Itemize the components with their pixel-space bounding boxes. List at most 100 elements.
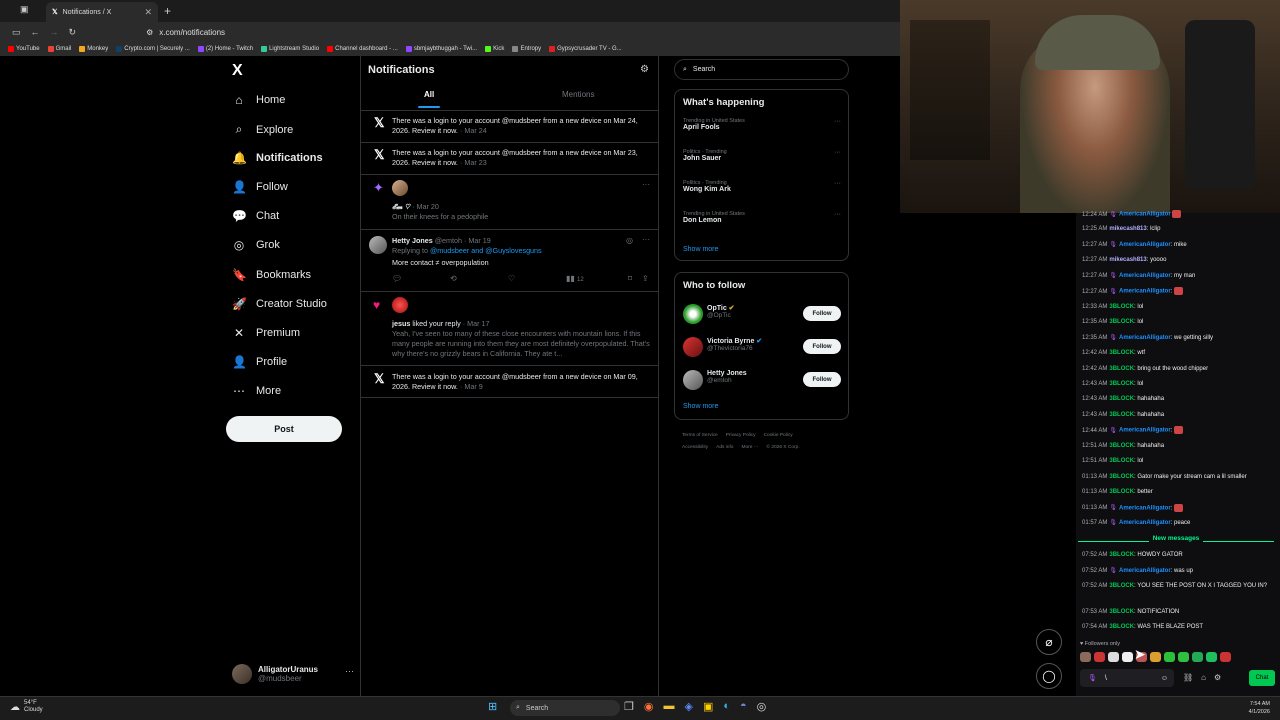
bookmark-item[interactable]: Crypto.com | Securely ... — [116, 46, 190, 52]
new-tab-button[interactable]: + — [164, 4, 171, 18]
post-button[interactable]: Post — [226, 416, 342, 442]
trend-item[interactable]: Politics · Trending John Sauer ··· — [683, 149, 841, 162]
task-view-icon[interactable]: ❐ — [624, 700, 634, 713]
grok-icon[interactable]: ◎ — [626, 236, 633, 245]
more-icon[interactable]: ··· — [834, 118, 841, 125]
notification-user[interactable]: jesus — [392, 319, 410, 328]
taskbar-search[interactable]: ⌕ Search — [510, 700, 620, 716]
chat-username[interactable]: AmericanAlligator — [1119, 568, 1171, 574]
follow-button[interactable]: Follow — [803, 372, 841, 387]
chat-username[interactable]: mikecash813 — [1109, 257, 1146, 263]
chat-username[interactable]: AmericanAlligator — [1119, 212, 1171, 218]
notification-user[interactable]: Hetty Jones — [392, 236, 433, 245]
chat-username[interactable]: 3BLOCK — [1109, 319, 1134, 325]
chat-username[interactable]: 3BLOCK — [1109, 552, 1134, 558]
chat-username[interactable]: 3BLOCK — [1109, 474, 1134, 480]
bookmark-item[interactable]: Monkey — [79, 46, 108, 52]
notification-item[interactable]: ♥ jesus liked your reply · Mar 17 Yeah, … — [360, 292, 659, 366]
chat-username[interactable]: 3BLOCK — [1109, 489, 1134, 495]
x-logo[interactable]: X — [232, 62, 243, 80]
footer-link[interactable]: © 2026 X Corp. — [767, 445, 800, 450]
footer-link[interactable]: Terms of Service — [682, 433, 718, 438]
browser-tab[interactable]: 𝕏 Notifications / X ✕ — [46, 2, 158, 22]
bookmark-item[interactable]: Channel dashboard - ... — [327, 46, 398, 52]
more-icon[interactable]: ··· — [834, 180, 841, 187]
notification-user[interactable]: 𝓔𝓶 ♡ — [392, 202, 410, 211]
chat-username[interactable]: 3BLOCK — [1109, 396, 1134, 402]
bookmark-item[interactable]: Gypsycrusader TV - G... — [549, 46, 622, 52]
repost-icon[interactable]: ⟲ — [450, 274, 508, 283]
notification-item[interactable]: 𝕏 There was a login to your account @mud… — [360, 143, 659, 175]
obs-icon[interactable]: ◎ — [757, 700, 767, 713]
more-icon[interactable]: ··· — [834, 149, 841, 156]
edge-icon[interactable]: ◐ — [723, 700, 730, 713]
sidebar-item-chat[interactable]: 💬 Chat — [232, 209, 279, 223]
chat-username[interactable]: 3BLOCK — [1109, 304, 1134, 310]
chat-username[interactable]: 3BLOCK — [1109, 381, 1134, 387]
bookmark-item[interactable]: Gmail — [47, 46, 71, 52]
more-icon[interactable]: ··· — [642, 180, 650, 189]
firefox-icon[interactable]: ◉ — [644, 700, 654, 713]
more-icon[interactable]: ··· — [642, 235, 650, 244]
chat-bubble-icon[interactable]: ◯ — [1036, 663, 1062, 689]
bookmark-item[interactable]: sbmjaybthuggah - Twi... — [405, 46, 477, 52]
views-icon[interactable]: ▮▮ 12 — [566, 274, 628, 283]
avatar[interactable] — [392, 180, 408, 196]
bookmark-item[interactable]: Kick — [485, 46, 504, 52]
sidebar-item-explore[interactable]: ⌕ Explore — [232, 122, 294, 137]
sidebar-item-follow[interactable]: 👤 Follow — [232, 180, 288, 194]
chat-username[interactable]: AmericanAlligator — [1119, 289, 1171, 295]
settings-gear-icon[interactable]: ⚙ — [640, 64, 649, 75]
url-field[interactable]: ⚙ x.com/notifications — [146, 28, 225, 37]
chat-username[interactable]: 3BLOCK — [1109, 366, 1134, 372]
more-icon[interactable]: ··· — [834, 211, 841, 218]
gift-icon[interactable]: ⌂ — [1201, 673, 1206, 682]
settings-gear-icon[interactable]: ⚙ — [1214, 673, 1221, 682]
sidebar-item-creator-studio[interactable]: 🚀 Creator Studio — [232, 297, 327, 311]
avatar[interactable] — [683, 337, 703, 357]
sidebar-toggle-icon[interactable]: ▭ — [12, 27, 21, 38]
more-icon[interactable]: ··· — [345, 666, 354, 676]
chat-username[interactable]: 3BLOCK — [1109, 624, 1134, 630]
sidebar-item-profile[interactable]: 👤 Profile — [232, 355, 287, 369]
share-icon[interactable]: ⇪ — [642, 274, 649, 283]
chat-username[interactable]: 3BLOCK — [1109, 458, 1134, 464]
site-info-icon[interactable]: ⚙ — [146, 28, 153, 37]
follow-button[interactable]: Follow — [803, 339, 841, 354]
footer-link[interactable]: Privacy Policy — [726, 433, 756, 438]
weather-widget[interactable]: ☁ 54°F Cloudy — [10, 700, 43, 714]
app-icon[interactable]: ◈ — [684, 700, 692, 713]
bookmark-item[interactable]: Lightstream Studio — [261, 46, 319, 52]
chat-username[interactable]: AmericanAlligator — [1119, 242, 1171, 248]
notification-item[interactable]: Hetty Jones @emtoh · Mar 19 ◎ ··· Replyi… — [360, 230, 659, 292]
chat-username[interactable]: AmericanAlligator — [1119, 273, 1171, 279]
discord-icon[interactable]: ◓ — [740, 700, 747, 713]
footer-link[interactable]: More ··· — [741, 445, 758, 450]
chat-username[interactable]: AmericanAlligator — [1119, 505, 1171, 511]
chat-username[interactable]: 3BLOCK — [1109, 350, 1134, 356]
clock[interactable]: 7:54 AM 4/1/2026 — [1238, 700, 1270, 716]
tab-actions-icon[interactable]: ▣ — [20, 4, 29, 15]
chat-send-button[interactable]: Chat — [1249, 670, 1275, 686]
grok-icon[interactable]: ⌀ — [1036, 629, 1062, 655]
chat-username[interactable]: AmericanAlligator — [1119, 520, 1171, 526]
footer-link[interactable]: Accessibility — [682, 445, 708, 450]
mic-icon[interactable]: 🎙︎ — [1088, 674, 1097, 682]
chat-username[interactable]: AmericanAlligator — [1119, 428, 1171, 434]
close-tab-icon[interactable]: ✕ — [144, 7, 152, 18]
folder-icon[interactable]: ▬ — [663, 700, 674, 713]
follow-suggestion[interactable]: Victoria Byrne ✔ @Thevictoria76 Follow — [683, 335, 841, 361]
avatar[interactable] — [683, 304, 703, 324]
chat-username[interactable]: 3BLOCK — [1109, 609, 1134, 615]
reload-icon[interactable]: ↻ — [69, 27, 77, 38]
bookmark-item[interactable]: Entropy — [512, 46, 541, 52]
follow-suggestion[interactable]: OpTic ✔ @OpTic Follow — [683, 302, 841, 328]
sidebar-item-more[interactable]: ⋯ More — [232, 384, 281, 398]
search-input[interactable]: ⌕ Search — [674, 59, 849, 80]
account-switcher[interactable]: AlligatorUranus @mudsbeer ··· — [232, 662, 354, 686]
forward-icon[interactable]: → — [50, 27, 59, 37]
back-icon[interactable]: ← — [31, 27, 40, 37]
chat-input[interactable]: 🎙︎ \ ☺ — [1080, 669, 1174, 687]
chat-username[interactable]: 3BLOCK — [1109, 583, 1134, 589]
notification-item[interactable]: 𝕏 There was a login to your account @mud… — [360, 366, 659, 398]
